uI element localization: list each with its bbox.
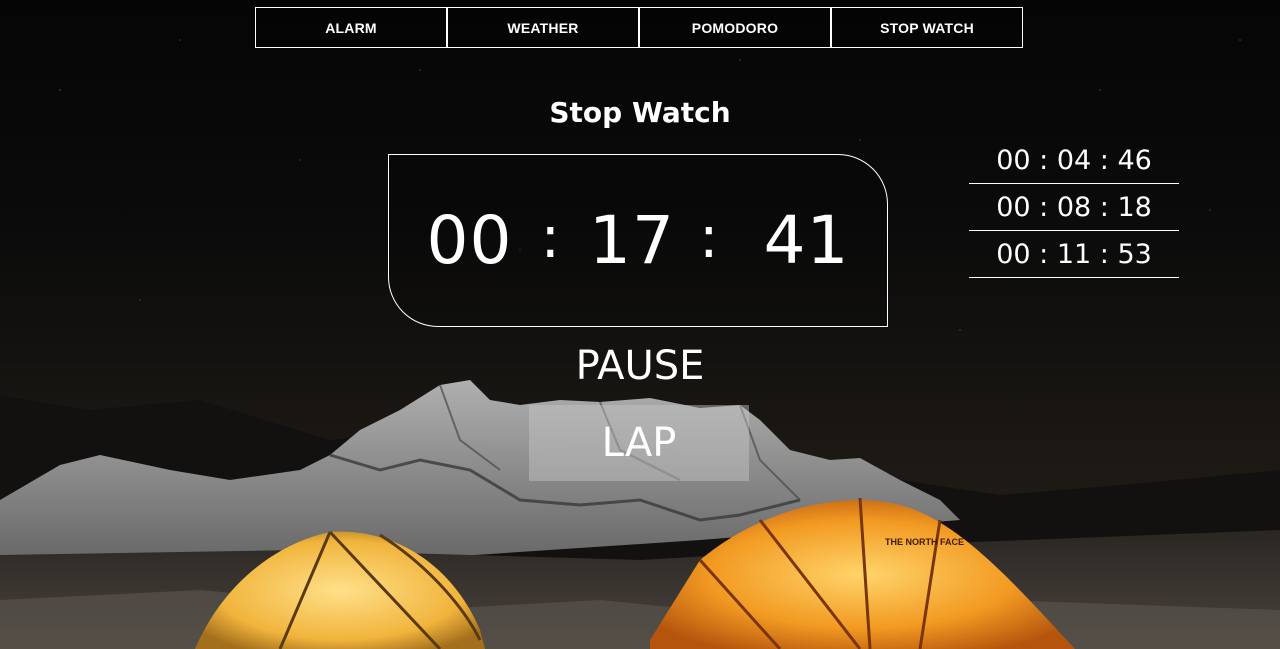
lap-button[interactable]: LAP: [529, 405, 749, 481]
minutes-value: 17: [589, 202, 675, 279]
background-scene: THE NORTH FACE ALARM WEATHER POMODORO ST…: [0, 0, 1280, 649]
stopwatch-digits: 00 : 17 : 41: [426, 202, 849, 279]
nav-tab-alarm[interactable]: ALARM: [255, 7, 447, 48]
nav-tab-stop-watch[interactable]: STOP WATCH: [831, 7, 1023, 48]
nav-tab-weather[interactable]: WEATHER: [447, 7, 639, 48]
time-separator: :: [698, 202, 720, 271]
seconds-value: 41: [763, 202, 850, 279]
lap-time-item: 00 : 08 : 18: [969, 184, 1179, 231]
svg-text:THE NORTH FACE: THE NORTH FACE: [885, 537, 964, 547]
top-navigation: ALARM WEATHER POMODORO STOP WATCH: [255, 7, 1023, 48]
page-title: Stop Watch: [549, 96, 731, 129]
lap-list: 00 : 04 : 46 00 : 08 : 18 00 : 11 : 53: [969, 137, 1179, 278]
pause-button[interactable]: PAUSE: [0, 343, 1280, 389]
hours-value: 00: [426, 202, 513, 279]
lap-time-item: 00 : 04 : 46: [969, 137, 1179, 184]
time-separator: :: [540, 202, 561, 271]
stopwatch-display: 00 : 17 : 41: [388, 154, 888, 327]
lap-time-item: 00 : 11 : 53: [969, 231, 1179, 278]
nav-tab-pomodoro[interactable]: POMODORO: [639, 7, 831, 48]
